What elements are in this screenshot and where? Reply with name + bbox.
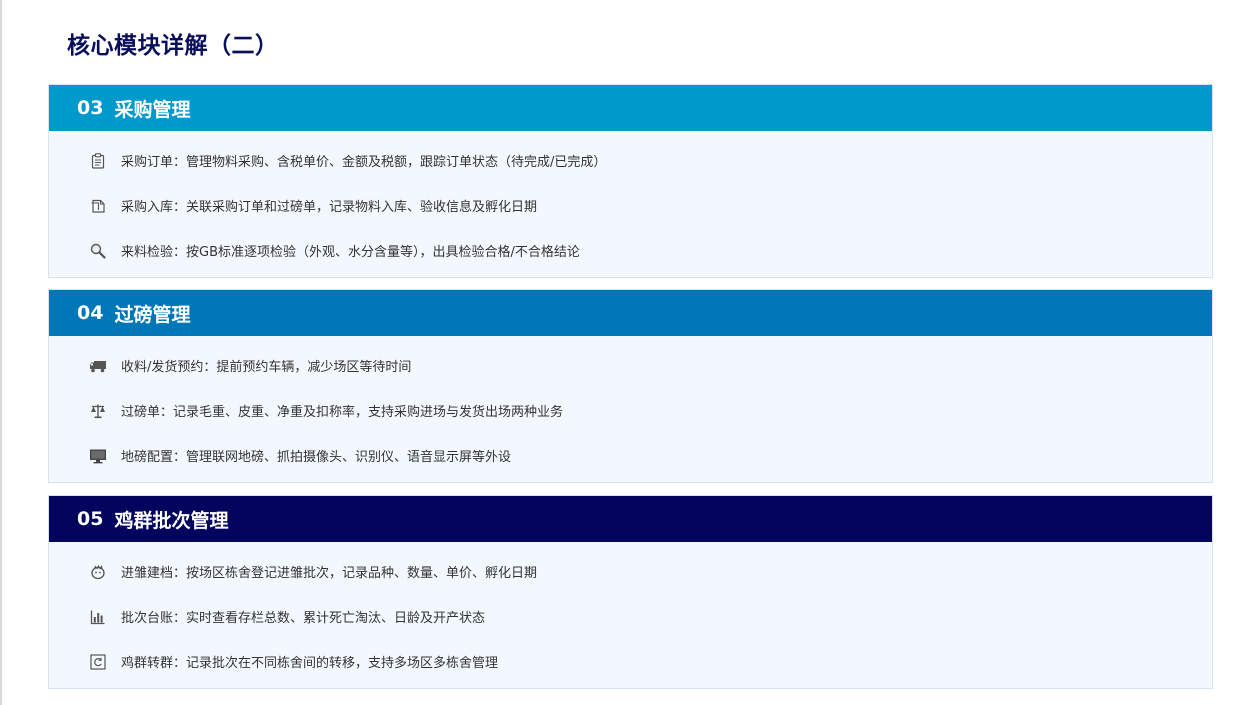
truck-icon [89, 357, 107, 375]
section-weighbridge: 04 过磅管理 收料/发货预约：提前预约车辆，减少场区等待时间 过磅单：记录毛重… [48, 289, 1213, 483]
list-item: 过磅单：记录毛重、皮重、净重及扣称率，支持采购进场与发货出场两种业务 [49, 388, 1212, 433]
section-header: 05 鸡群批次管理 [49, 496, 1212, 542]
page-title: 核心模块详解（二） [67, 33, 279, 59]
chick-icon [89, 563, 107, 581]
item-text: 采购订单：管理物料采购、含税单价、金额及税额，跟踪订单状态（待完成/已完成） [121, 155, 607, 170]
item-text: 收料/发货预约：提前预约车辆，减少场区等待时间 [121, 360, 412, 375]
list-item: 采购订单：管理物料采购、含税单价、金额及税额，跟踪订单状态（待完成/已完成） [49, 138, 1212, 183]
package-icon [89, 197, 107, 215]
item-list: 采购订单：管理物料采购、含税单价、金额及税额，跟踪订单状态（待完成/已完成） 采… [49, 131, 1212, 273]
item-text: 批次台账：实时查看存栏总数、累计死亡淘汰、日龄及开产状态 [121, 611, 486, 626]
item-text: 鸡群转群：记录批次在不同栋舍间的转移，支持多场区多栋舍管理 [121, 656, 499, 671]
section-title: 过磅管理 [114, 303, 191, 326]
transfer-icon [89, 653, 107, 671]
section-title: 采购管理 [114, 98, 191, 121]
list-item: 地磅配置：管理联网地磅、抓拍摄像头、识别仪、语音显示屏等外设 [49, 433, 1212, 478]
list-item: 批次台账：实时查看存栏总数、累计死亡淘汰、日龄及开产状态 [49, 594, 1212, 639]
list-item: 鸡群转群：记录批次在不同栋舍间的转移，支持多场区多栋舍管理 [49, 639, 1212, 684]
section-header: 03 采购管理 [49, 85, 1212, 131]
list-item: 来料检验：按GB标准逐项检验（外观、水分含量等），出具检验合格/不合格结论 [49, 228, 1212, 273]
section-number: 05 [77, 508, 104, 530]
bar-chart-icon [89, 608, 107, 626]
item-list: 进雏建档：按场区栋舍登记进雏批次，记录品种、数量、单价、孵化日期 批次台账：实时… [49, 542, 1212, 684]
section-title: 鸡群批次管理 [114, 509, 229, 532]
item-text: 地磅配置：管理联网地磅、抓拍摄像头、识别仪、语音显示屏等外设 [121, 450, 512, 465]
clipboard-icon [89, 152, 107, 170]
section-number: 04 [77, 302, 104, 324]
list-item: 收料/发货预约：提前预约车辆，减少场区等待时间 [49, 343, 1212, 388]
item-text: 进雏建档：按场区栋舍登记进雏批次，记录品种、数量、单价、孵化日期 [121, 566, 538, 581]
left-border-rule [0, 0, 2, 705]
item-text: 采购入库：关联采购订单和过磅单，记录物料入库、验收信息及孵化日期 [121, 200, 538, 215]
magnifier-icon [89, 242, 107, 260]
section-procurement: 03 采购管理 采购订单：管理物料采购、含税单价、金额及税额，跟踪订单状态（待完… [48, 84, 1213, 278]
section-flock-batch: 05 鸡群批次管理 进雏建档：按场区栋舍登记进雏批次，记录品种、数量、单价、孵化… [48, 495, 1213, 689]
section-number: 03 [77, 97, 104, 119]
item-text: 来料检验：按GB标准逐项检验（外观、水分含量等），出具检验合格/不合格结论 [121, 245, 580, 260]
list-item: 采购入库：关联采购订单和过磅单，记录物料入库、验收信息及孵化日期 [49, 183, 1212, 228]
monitor-icon [89, 447, 107, 465]
item-text: 过磅单：记录毛重、皮重、净重及扣称率，支持采购进场与发货出场两种业务 [121, 405, 564, 420]
section-header: 04 过磅管理 [49, 290, 1212, 336]
scale-icon [89, 402, 107, 420]
list-item: 进雏建档：按场区栋舍登记进雏批次，记录品种、数量、单价、孵化日期 [49, 549, 1212, 594]
item-list: 收料/发货预约：提前预约车辆，减少场区等待时间 过磅单：记录毛重、皮重、净重及扣… [49, 336, 1212, 478]
